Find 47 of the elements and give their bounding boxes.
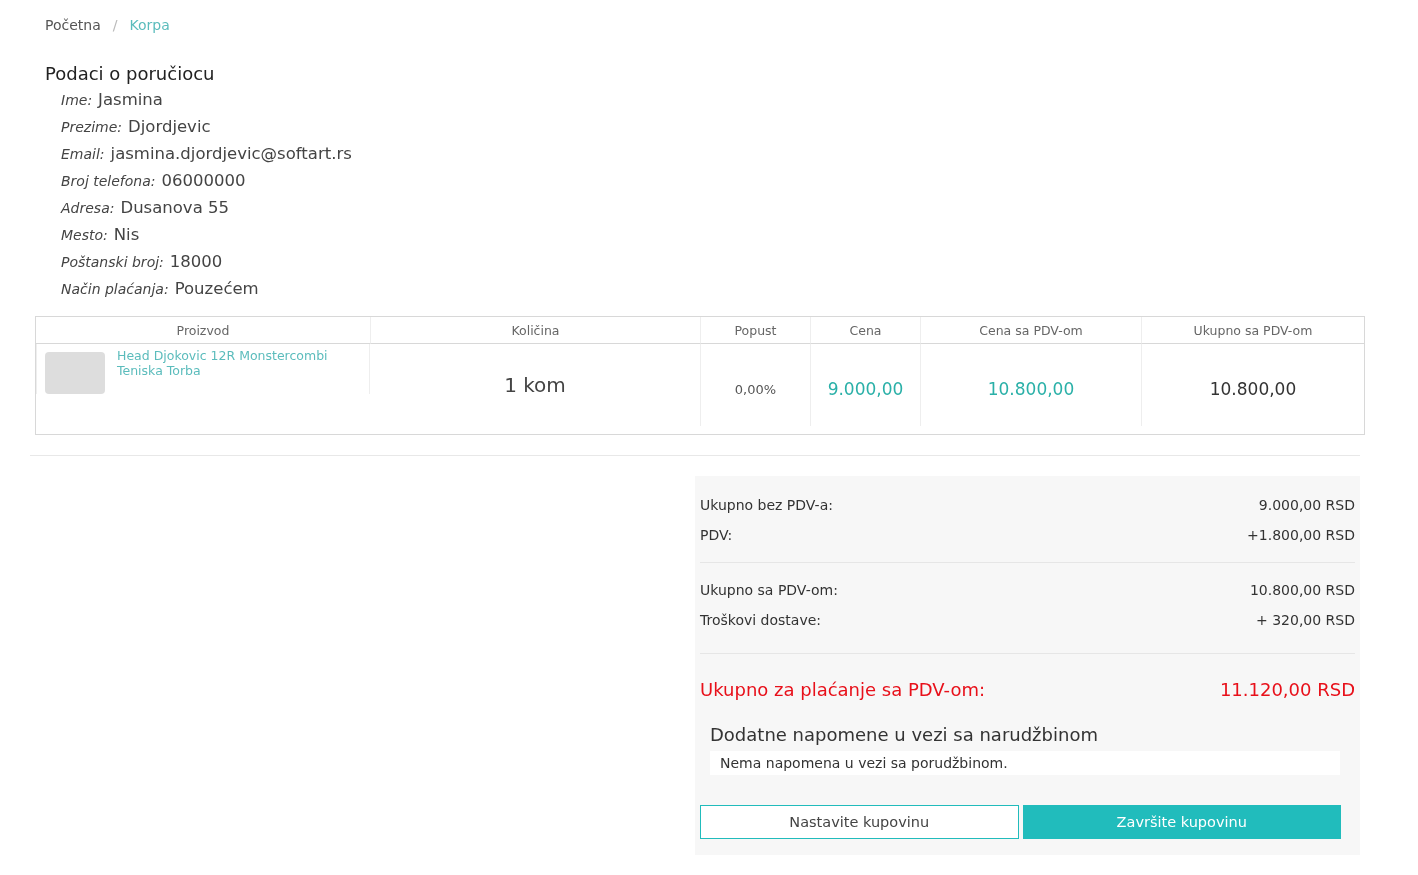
- summary-label: Troškovi dostave:: [700, 612, 822, 628]
- column-header: Količina: [370, 317, 700, 344]
- field-label: Prezime:: [61, 119, 123, 135]
- column-header: Cena sa PDV-om: [920, 317, 1141, 344]
- quantity-text: 1 kom: [504, 373, 566, 397]
- field-label: Mesto:: [61, 227, 108, 243]
- summary-value: 9.000,00 RSD: [1258, 497, 1355, 513]
- notes-title: Dodatne napomene u vezi sa narudžbinom: [710, 724, 1099, 745]
- breadcrumb-link[interactable]: Početna: [45, 17, 101, 33]
- finish-button[interactable]: Završite kupovinu: [1022, 805, 1341, 839]
- summary-label: PDV:: [700, 527, 733, 543]
- summary-label: Ukupno bez PDV-a:: [700, 497, 833, 513]
- notes-text: Nema napomena u vezi sa porudžbinom.: [710, 751, 1340, 775]
- grand-total-label: Ukupno za plaćanje sa PDV-om:: [700, 678, 986, 700]
- section-title: Podaci o poručiocu: [45, 63, 216, 84]
- summary-value: + 320,00 RSD: [1256, 612, 1355, 628]
- field-label: Adresa:: [61, 200, 115, 216]
- column-header: Popust: [700, 317, 810, 344]
- breadcrumb-separator: /: [112, 17, 118, 33]
- total-text: 10.800,00: [1209, 378, 1297, 399]
- field-label: Poštanski broj:: [61, 254, 164, 270]
- column-header: Ukupno sa PDV-om: [1141, 317, 1364, 344]
- field-value: 06000000: [161, 171, 246, 190]
- field-label: Email:: [61, 146, 105, 162]
- field-label: Ime:: [61, 92, 93, 108]
- price-text: 10.800,00: [987, 378, 1075, 399]
- continue-button[interactable]: Nastavite kupovinu: [700, 805, 1019, 839]
- field-value: Pouzećem: [174, 279, 259, 298]
- grand-total-value: 11.120,00 RSD: [1219, 678, 1355, 700]
- summary-value: 10.800,00 RSD: [1249, 582, 1355, 598]
- field-value: Nis: [113, 225, 140, 244]
- column-header: Proizvod: [36, 317, 370, 344]
- field-value: jasmina.djordjevic@softart.rs: [110, 144, 352, 163]
- field-value: Djordjevic: [128, 117, 211, 136]
- summary-value: +1.800,00 RSD: [1247, 527, 1355, 543]
- column-header: Cena: [810, 317, 920, 344]
- product-link[interactable]: Head Djokovic 12R Monstercombi Teniska Torba: [117, 348, 332, 378]
- field-value: 18000: [169, 252, 223, 271]
- field-label: Broj telefona:: [61, 173, 156, 189]
- breadcrumb-link[interactable]: Korpa: [129, 17, 170, 33]
- photo-placeholder: [45, 352, 105, 394]
- summary-label: Ukupno sa PDV-om:: [700, 582, 838, 598]
- field-value: Dusanova 55: [120, 198, 229, 217]
- price-text: 9.000,00: [827, 378, 904, 399]
- discount-text: 0,00%: [734, 380, 777, 397]
- field-label: Način plaćanja:: [61, 281, 169, 297]
- field-value: Jasmina: [98, 90, 163, 109]
